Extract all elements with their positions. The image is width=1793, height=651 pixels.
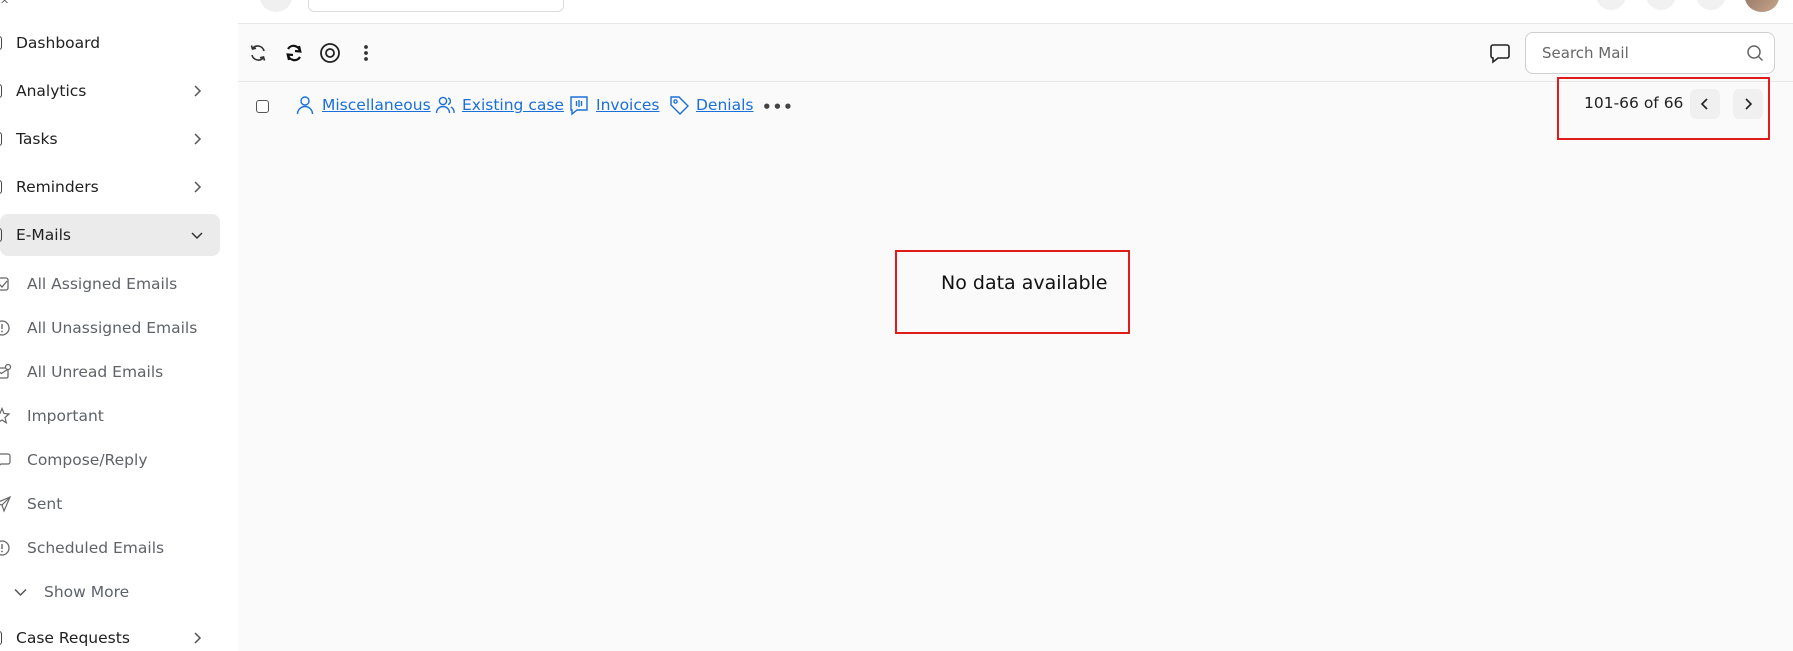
sidebar-item-case-requests[interactable]: Case Requests xyxy=(0,617,220,651)
refresh-button[interactable] xyxy=(283,42,305,64)
top-header xyxy=(238,0,1793,24)
menu-toggle-button[interactable] xyxy=(260,0,292,12)
select-all-checkbox[interactable] xyxy=(256,100,269,113)
filter-chip-label: Existing case xyxy=(462,96,564,114)
alert-circle-icon xyxy=(0,320,10,336)
sidebar-item-dashboard[interactable]: Dashboard xyxy=(0,22,220,64)
sidebar-subitem-label: All Unassigned Emails xyxy=(27,319,198,337)
sidebar-subitem-label: All Assigned Emails xyxy=(27,275,178,293)
global-search-input[interactable] xyxy=(308,0,564,12)
sidebar-subitem-important[interactable]: Important xyxy=(0,396,220,436)
sidebar-top-caret: ^ xyxy=(0,0,10,11)
chevron-down-icon xyxy=(191,232,203,240)
sidebar-item-label: Reminders xyxy=(16,178,99,196)
search-icon[interactable] xyxy=(1746,44,1764,62)
header-icon-button[interactable] xyxy=(1696,0,1726,10)
users-icon xyxy=(435,96,455,114)
filter-chip-denials[interactable]: Denials xyxy=(668,92,753,118)
prev-page-button[interactable] xyxy=(1690,89,1720,119)
sidebar-subitem-label: Important xyxy=(27,407,104,425)
filter-chip-label: Invoices xyxy=(596,96,660,114)
dashboard-icon xyxy=(0,36,2,50)
search-mail-input[interactable] xyxy=(1542,33,1732,73)
chevron-right-icon xyxy=(194,632,202,644)
sidebar: ^ Dashboard Analytics Tasks Reminders E-… xyxy=(0,0,238,651)
send-icon xyxy=(0,495,12,513)
show-more-label: Show More xyxy=(44,583,130,601)
sidebar-subitem-compose-reply[interactable]: Compose/Reply xyxy=(0,440,220,480)
chevron-down-icon xyxy=(14,588,27,597)
filter-chip-label: Denials xyxy=(696,96,754,114)
sidebar-item-tasks[interactable]: Tasks xyxy=(0,118,220,160)
case-requests-icon xyxy=(0,631,2,645)
filter-chip-miscellaneous[interactable]: Miscellaneous xyxy=(294,92,431,118)
sidebar-item-label: Case Requests xyxy=(16,629,130,647)
sidebar-subitem-all-unread[interactable]: All Unread Emails xyxy=(0,352,220,392)
sidebar-subitem-label: Scheduled Emails xyxy=(27,539,165,557)
sidebar-subitem-all-unassigned[interactable]: All Unassigned Emails xyxy=(0,308,220,348)
pagination-range: 101-66 of 66 xyxy=(1584,94,1684,112)
empty-state: No data available xyxy=(895,250,1130,334)
show-more-button[interactable]: Show More xyxy=(0,572,220,612)
refresh-icon xyxy=(286,44,302,62)
sync-button[interactable] xyxy=(247,42,269,64)
filter-chip-invoices[interactable]: Invoices xyxy=(568,92,660,118)
message-icon xyxy=(0,453,11,466)
sidebar-item-emails[interactable]: E-Mails xyxy=(0,214,220,256)
chevron-left-icon xyxy=(1700,98,1708,110)
sidebar-subitem-all-assigned[interactable]: All Assigned Emails xyxy=(0,264,220,304)
pagination: 101-66 of 66 xyxy=(1557,77,1770,140)
sidebar-item-label: Dashboard xyxy=(16,34,101,52)
more-options-button[interactable] xyxy=(355,42,377,64)
star-icon xyxy=(0,407,11,425)
sidebar-subitem-sent[interactable]: Sent xyxy=(0,484,220,524)
at-sign-icon xyxy=(320,43,340,63)
sidebar-item-label: E-Mails xyxy=(16,226,71,244)
chevron-right-icon xyxy=(194,85,202,97)
reminders-icon xyxy=(0,180,2,194)
kebab-menu-icon xyxy=(364,45,368,61)
chat-icon xyxy=(1490,44,1510,64)
mail-unread-icon xyxy=(0,363,12,379)
header-icon-button[interactable] xyxy=(1646,0,1676,10)
invoice-icon xyxy=(570,96,588,116)
tasks-icon xyxy=(0,132,2,146)
sidebar-item-label: Tasks xyxy=(16,130,58,148)
alert-circle-icon xyxy=(0,540,10,556)
emails-icon xyxy=(0,228,2,242)
chat-button[interactable] xyxy=(1489,42,1511,64)
sidebar-item-analytics[interactable]: Analytics xyxy=(0,70,220,112)
sidebar-item-reminders[interactable]: Reminders xyxy=(0,166,220,208)
user-icon xyxy=(296,96,314,115)
sync-icon xyxy=(250,45,266,61)
analytics-icon xyxy=(0,84,2,98)
filter-chip-label: Miscellaneous xyxy=(322,96,431,114)
chevron-right-icon xyxy=(194,133,202,145)
sidebar-subitem-scheduled[interactable]: Scheduled Emails xyxy=(0,528,220,568)
more-filters-button[interactable]: ••• xyxy=(762,98,794,116)
filter-chip-existing-case[interactable]: Existing case xyxy=(434,92,564,118)
empty-state-message: No data available xyxy=(941,272,1108,294)
check-square-icon xyxy=(0,277,9,291)
mail-search-box xyxy=(1525,32,1775,74)
tag-icon xyxy=(670,96,689,115)
chevron-right-icon xyxy=(1745,98,1753,110)
mail-toolbar xyxy=(238,24,1793,82)
sidebar-item-label: Analytics xyxy=(16,82,87,100)
avatar[interactable] xyxy=(1745,0,1779,12)
header-icon-button[interactable] xyxy=(1596,0,1626,10)
next-page-button[interactable] xyxy=(1733,89,1763,119)
sidebar-subitem-label: Compose/Reply xyxy=(27,451,148,469)
chevron-right-icon xyxy=(194,181,202,193)
sidebar-subitem-label: Sent xyxy=(27,495,63,513)
mention-button[interactable] xyxy=(319,42,341,64)
sidebar-subitem-label: All Unread Emails xyxy=(27,363,164,381)
